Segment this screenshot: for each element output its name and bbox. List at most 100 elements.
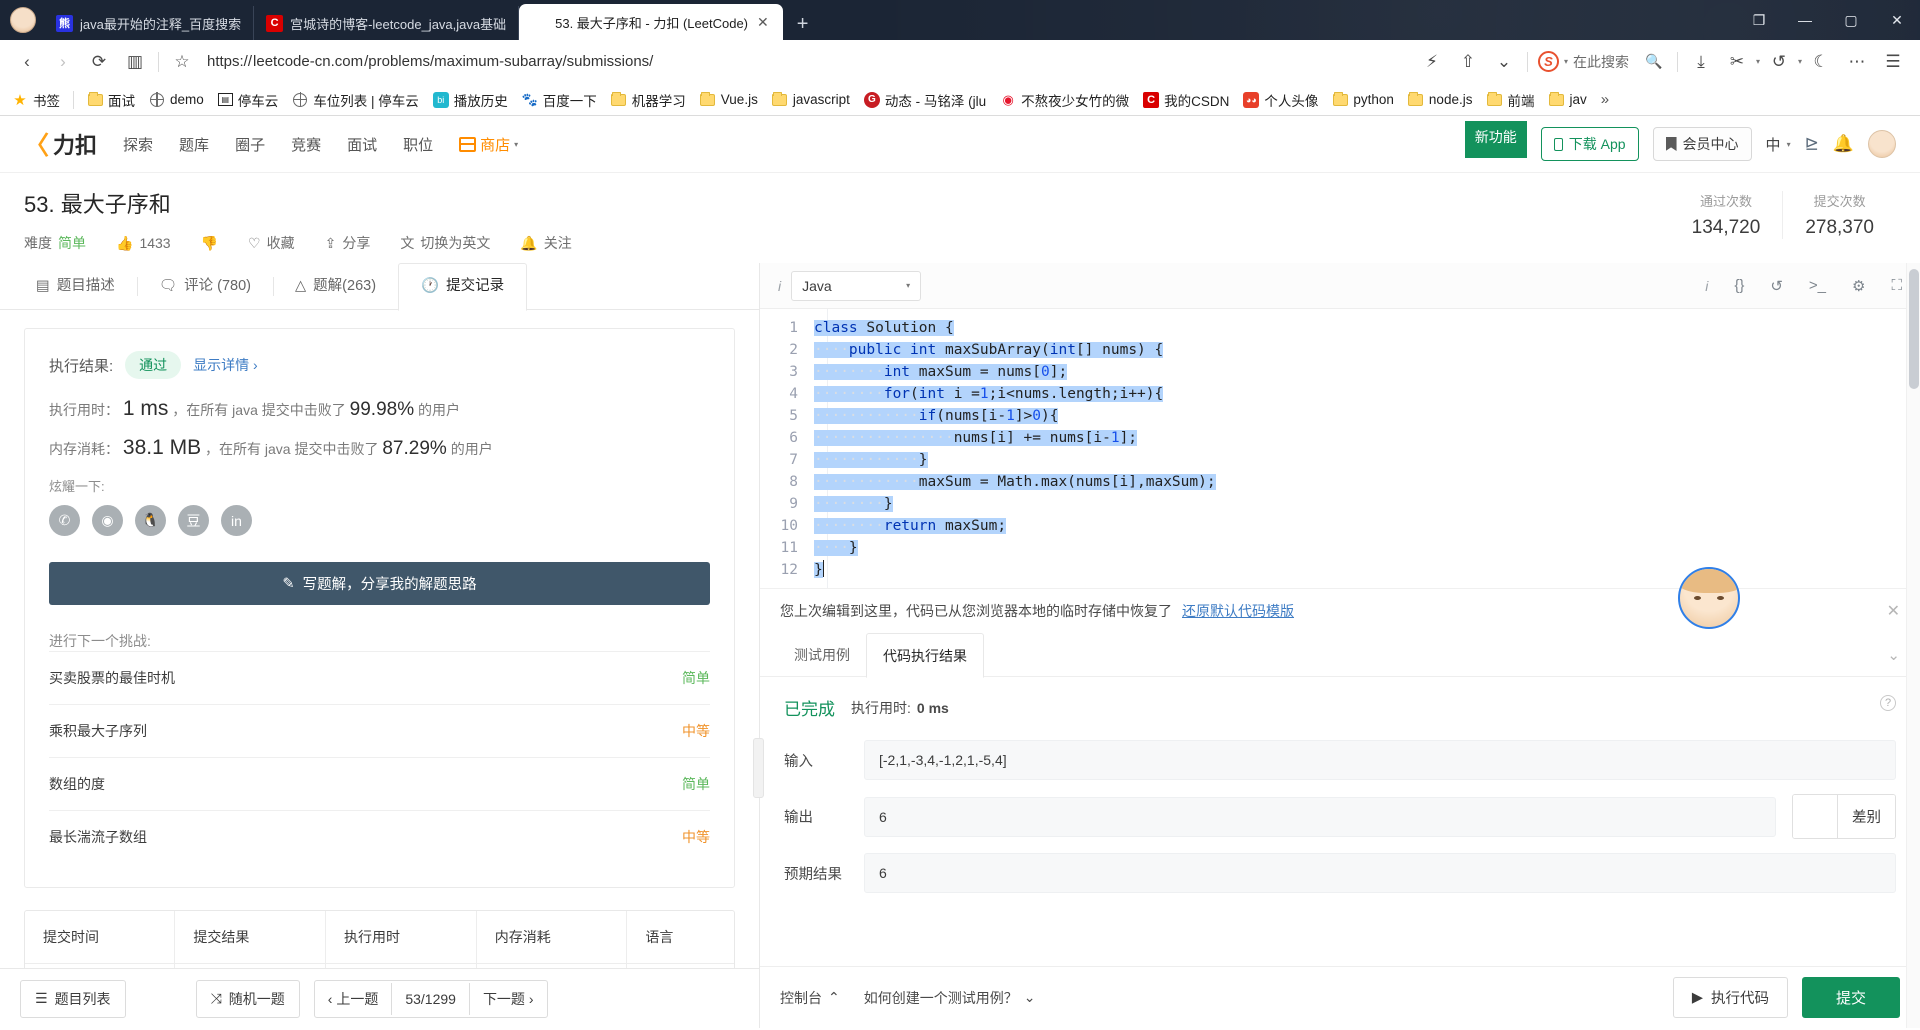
left-content-scroll[interactable]: 执行结果: 通过 显示详情 › 执行用时： 1 ms ，在所有 java 提交中… xyxy=(0,310,759,968)
random-problem-button[interactable]: ⤨ 随机一题 xyxy=(195,979,300,1018)
translate-button[interactable]: 文 切换为英文 xyxy=(400,233,490,253)
nav-item-explore[interactable]: 探索 xyxy=(123,134,153,155)
challenge-row-2[interactable]: 数组的度 简单 xyxy=(49,757,710,810)
nav-item-circles[interactable]: 圈子 xyxy=(235,134,265,155)
nav-item-problems[interactable]: 题库 xyxy=(179,134,209,155)
more-icon[interactable]: ⋯ xyxy=(1840,45,1874,79)
show-detail-link[interactable]: 显示详情 › xyxy=(193,355,258,375)
wechat-icon[interactable]: ✆ xyxy=(49,505,80,536)
bookmark-item-15[interactable]: node.js xyxy=(1402,89,1479,111)
bookmark-item-9[interactable]: javascript xyxy=(766,89,856,111)
browser-tab-3-active[interactable]: 〈 53. 最大子序和 - 力扣 (LeetCode) ✕ xyxy=(519,4,783,40)
bookmark-item-11[interactable]: ◉ 不熬夜少女竹的微 xyxy=(994,87,1135,113)
problem-list-button[interactable]: ☰ 题目列表 xyxy=(20,979,126,1018)
undo-icon[interactable]: ↺ xyxy=(1762,45,1796,79)
close-icon[interactable]: ✕ xyxy=(755,14,771,31)
testcase-help-link[interactable]: 如何创建一个测试用例？ ⌄ xyxy=(864,988,1036,1008)
forward-icon[interactable]: › xyxy=(46,45,80,79)
submit-button[interactable]: 提交 xyxy=(1801,977,1900,1018)
close-icon[interactable]: ✕ xyxy=(1887,601,1900,621)
reader-mode-icon[interactable]: ▥ xyxy=(118,45,152,79)
reset-icon[interactable]: ↺ xyxy=(1770,277,1783,295)
search-engine-selector[interactable]: S ▾ 在此搜索 xyxy=(1534,51,1635,72)
bookmark-item-1[interactable]: 面试 xyxy=(81,87,141,113)
browser-search-input[interactable]: 在此搜索 xyxy=(1573,52,1629,72)
tab-submissions[interactable]: 🕐 提交记录 xyxy=(398,262,528,311)
code-editor[interactable]: 1 class Solution { 2 ····public int maxSub… xyxy=(760,309,1920,588)
favorite-button[interactable]: ♡ 收藏 xyxy=(248,233,295,253)
url-input[interactable]: https:// leetcode-cn.com /problems/maxim… xyxy=(201,53,1413,70)
tab-description[interactable]: ▤ 题目描述 xyxy=(14,263,137,310)
download-app-button[interactable]: 下载 App xyxy=(1540,127,1639,161)
bookmark-item-6[interactable]: 🐾 百度一下 xyxy=(516,87,603,113)
bell-icon[interactable]: 🔔 xyxy=(1833,134,1854,154)
new-tab-button[interactable]: + xyxy=(783,14,823,40)
run-code-button[interactable]: ▶ 执行代码 xyxy=(1672,977,1788,1018)
bookmark-star-icon[interactable]: ☆ xyxy=(165,45,199,79)
console-toggle[interactable]: 控制台 ⌃ xyxy=(780,988,840,1008)
bookmark-item-10[interactable]: G 动态 - 马铭泽 (jlu xyxy=(858,87,992,113)
chevron-down-icon[interactable]: ▾ xyxy=(1798,57,1802,66)
vip-center-button[interactable]: 会员中心 xyxy=(1652,127,1752,161)
next-problem-button[interactable]: 下一题 › xyxy=(470,981,547,1017)
bookmark-item-5[interactable]: bi 播放历史 xyxy=(427,87,514,113)
prev-problem-button[interactable]: ‹ 上一题 xyxy=(315,981,392,1017)
cell-result[interactable]: 通过 xyxy=(174,963,327,968)
challenge-row-0[interactable]: 买卖股票的最佳时机 简单 xyxy=(49,651,710,704)
browser-tab-2[interactable]: C 宫城诗的博客-leetcode_java,java基础 xyxy=(254,6,520,40)
nav-item-jobs[interactable]: 职位 xyxy=(403,134,433,155)
challenge-row-1[interactable]: 乘积最大子序列 中等 xyxy=(49,704,710,757)
download-icon[interactable]: ⤓ xyxy=(1684,45,1718,79)
page-scrollbar[interactable] xyxy=(1906,263,1920,1028)
restore-down-icon[interactable]: ❐ xyxy=(1736,0,1782,40)
help-icon[interactable]: ? xyxy=(1880,695,1896,711)
leetcode-logo[interactable]: 〈 力扣 xyxy=(24,126,97,162)
floating-avatar[interactable] xyxy=(1678,567,1740,629)
search-icon[interactable]: 🔍 xyxy=(1637,45,1671,79)
console-icon[interactable]: >_ xyxy=(1809,277,1826,294)
browser-profile-avatar[interactable] xyxy=(10,7,36,33)
bookmark-item-16[interactable]: 前端 xyxy=(1480,87,1540,113)
scrollbar-thumb[interactable] xyxy=(1909,269,1919,389)
minimize-icon[interactable]: — xyxy=(1782,0,1828,40)
challenge-row-3[interactable]: 最长湍流子数组 中等 xyxy=(49,810,710,863)
diff-toggle[interactable]: 差别 xyxy=(1792,794,1896,839)
share-button[interactable]: ⇪ 分享 xyxy=(325,233,371,253)
night-mode-icon[interactable]: ☾ xyxy=(1804,45,1838,79)
linkedin-icon[interactable]: in xyxy=(221,505,252,536)
weibo-icon[interactable]: ◉ xyxy=(92,505,123,536)
tab-testcase[interactable]: 测试用例 xyxy=(778,633,866,677)
fullscreen-icon[interactable]: ⛶ xyxy=(1891,277,1902,294)
braces-icon[interactable]: {} xyxy=(1734,277,1744,294)
info-icon[interactable]: i xyxy=(1705,278,1708,294)
bookmark-item-13[interactable]: ◕◕ 个人头像 xyxy=(1237,87,1324,113)
browser-tab-1[interactable]: 熊 java最开始的注释_百度搜索 xyxy=(44,6,255,40)
lightning-icon[interactable]: ⚡ xyxy=(1415,45,1449,79)
chevron-down-icon[interactable]: ⌄ xyxy=(1487,45,1521,79)
screenshot-scissors-icon[interactable]: ✂ xyxy=(1720,45,1754,79)
bookmark-item-2[interactable]: demo xyxy=(143,89,210,111)
tab-execution-result[interactable]: 代码执行结果 xyxy=(866,632,984,678)
bookmark-item-7[interactable]: 机器学习 xyxy=(605,87,692,113)
diff-checkbox[interactable] xyxy=(1793,795,1837,838)
chevron-down-icon[interactable]: ⌄ xyxy=(1887,646,1900,664)
language-selector[interactable]: 中 ▾ xyxy=(1766,134,1791,155)
reload-icon[interactable]: ⟳ xyxy=(82,45,116,79)
bookmark-item-14[interactable]: python xyxy=(1326,89,1400,111)
nav-item-interview[interactable]: 面试 xyxy=(347,134,377,155)
tab-solutions[interactable]: △ 题解(263) xyxy=(273,263,398,310)
qq-icon[interactable]: 🐧 xyxy=(135,505,166,536)
bookmark-item-12[interactable]: C 我的CSDN xyxy=(1137,87,1235,113)
restore-default-template-link[interactable]: 还原默认代码模版 xyxy=(1182,601,1294,621)
tab-comments[interactable]: 🗨 评论 (780) xyxy=(136,263,273,310)
bookmark-item-0[interactable]: ★ 书签 xyxy=(6,87,66,113)
bookmark-item-4[interactable]: 车位列表 | 停车云 xyxy=(286,87,425,113)
back-icon[interactable]: ‹ xyxy=(10,45,44,79)
like-button[interactable]: 👍 1433 xyxy=(116,235,171,252)
dislike-button[interactable]: 👎 xyxy=(201,235,218,252)
user-avatar[interactable] xyxy=(1868,130,1896,158)
language-select[interactable]: Java ▾ xyxy=(791,270,922,301)
maximize-icon[interactable]: ▢ xyxy=(1828,0,1874,40)
douban-icon[interactable]: 豆 xyxy=(178,505,209,536)
table-row[interactable]: 几秒前 通过 1 ms 38.1 MB Java xyxy=(25,963,734,968)
